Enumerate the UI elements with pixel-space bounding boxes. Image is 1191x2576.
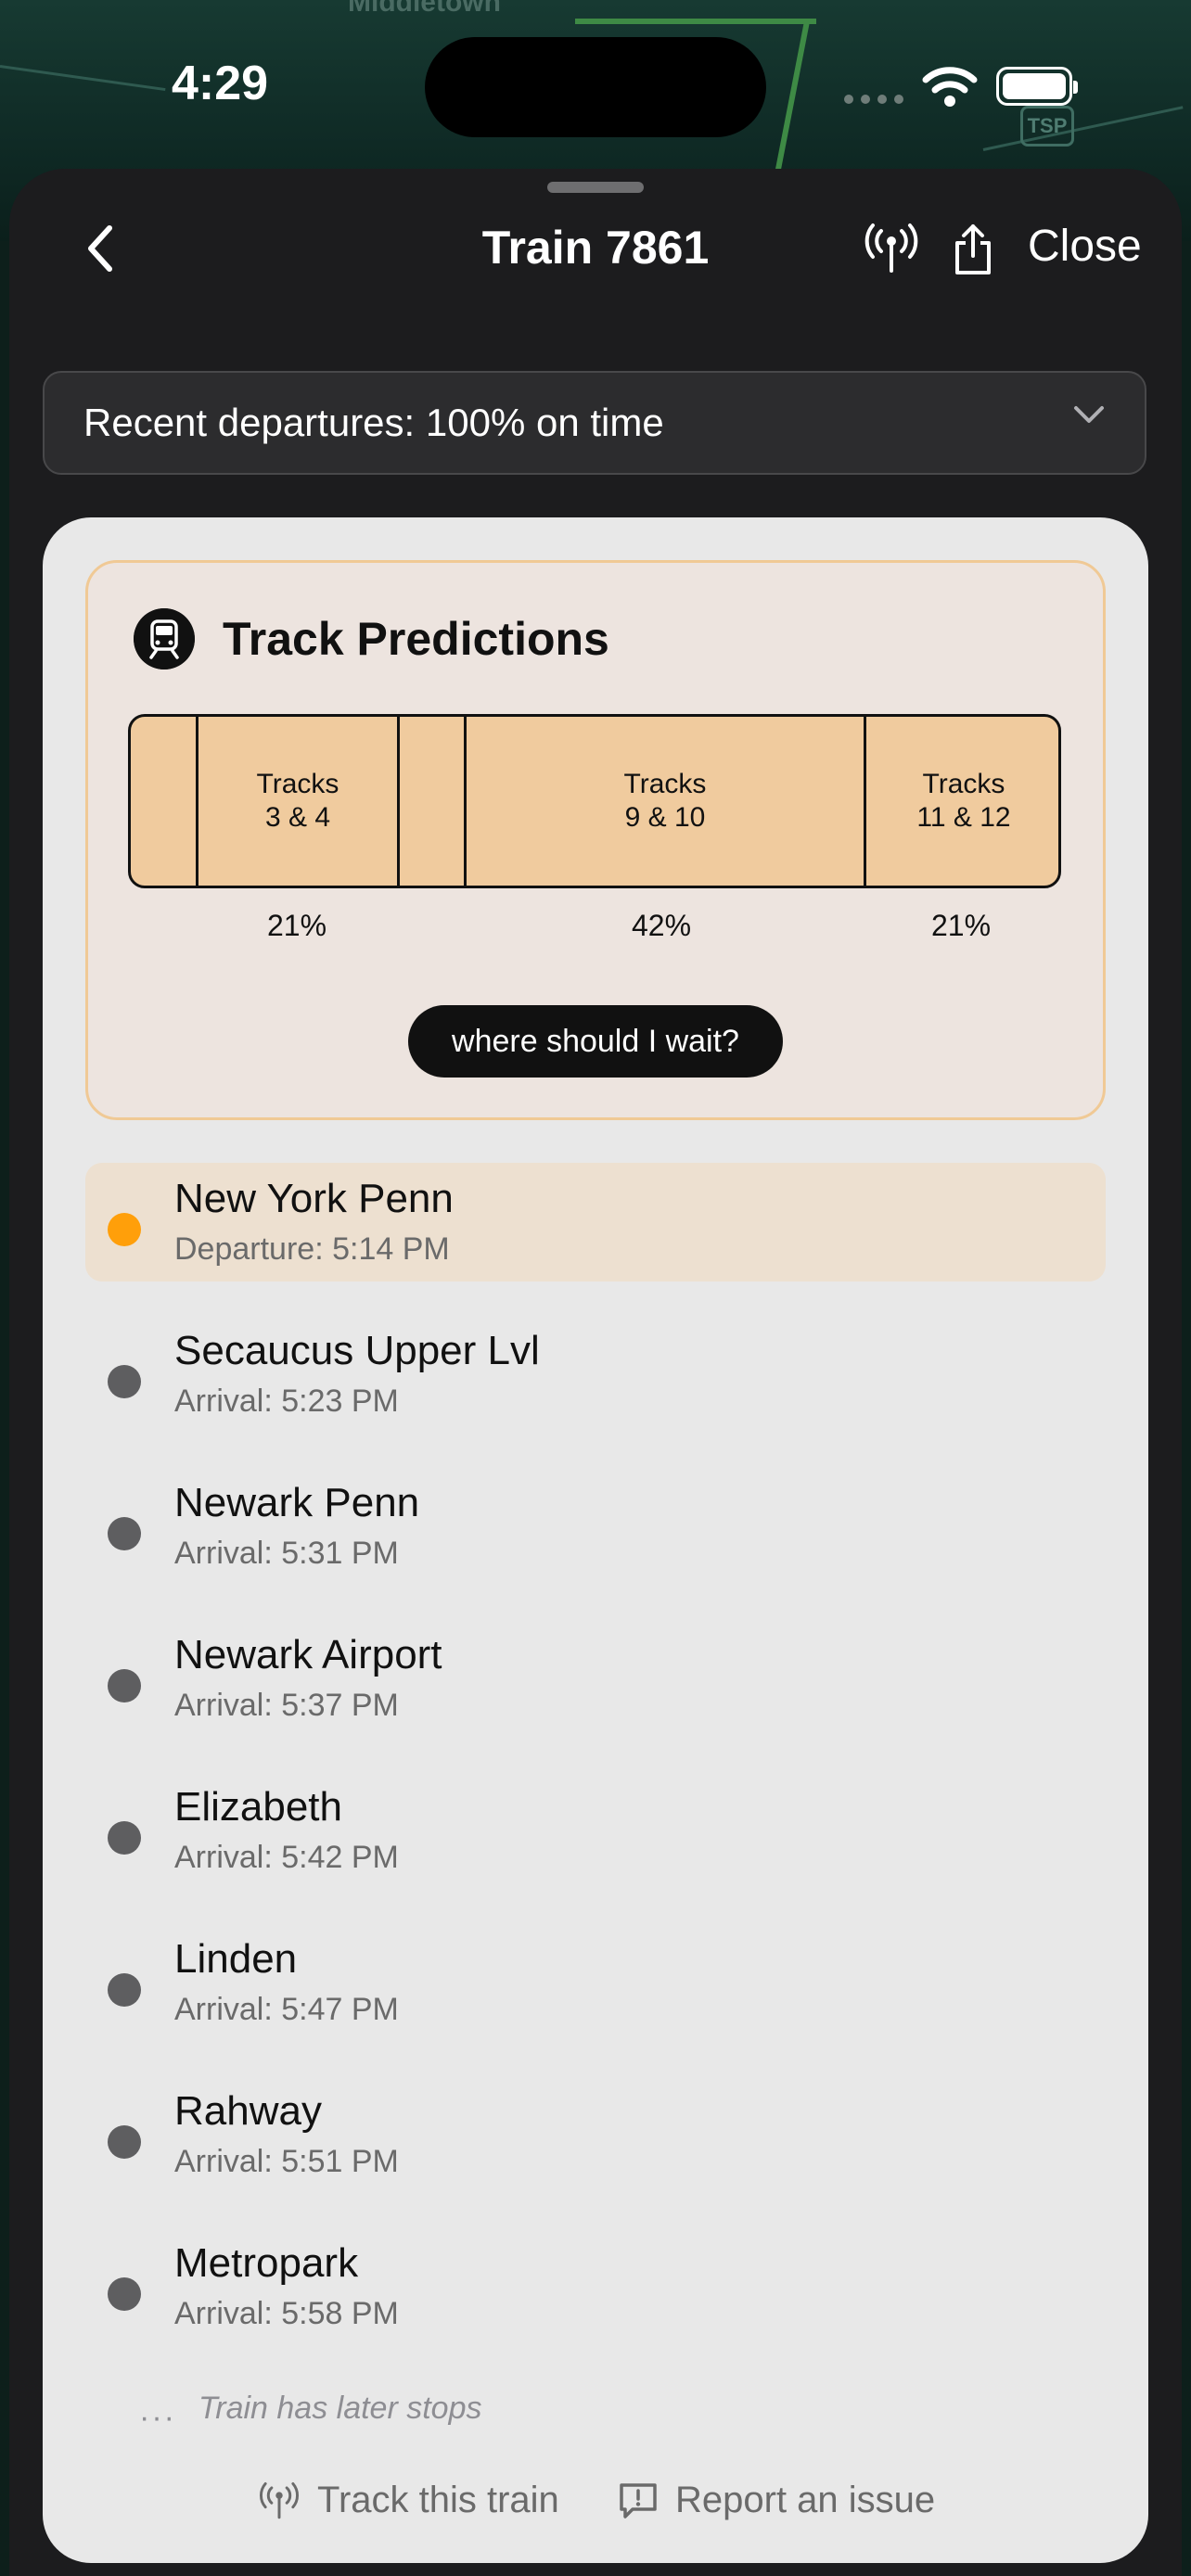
stop-time: Arrival: 5:37 PM <box>174 1688 399 1723</box>
map-badge: TSP <box>1020 106 1074 147</box>
stop-name[interactable]: New York Penn <box>174 1176 454 1222</box>
map-route-line <box>575 19 816 24</box>
report-issue-button[interactable]: Report an issue <box>618 2480 935 2521</box>
stop-time: Arrival: 5:23 PM <box>174 1384 399 1419</box>
track-predictions-title: Track Predictions <box>223 613 609 665</box>
stop-dot <box>108 2277 141 2311</box>
track-train-button[interactable]: Track this train <box>258 2480 559 2521</box>
stop-name[interactable]: Elizabeth <box>174 1784 342 1830</box>
stop-time: Arrival: 5:47 PM <box>174 1992 399 2027</box>
stop-time: Departure: 5:14 PM <box>174 1231 450 1267</box>
stop-name[interactable]: Metropark <box>174 2240 358 2287</box>
current-stop-dot <box>108 1213 141 1246</box>
where-to-wait-button[interactable]: where should I wait? <box>408 1005 783 1078</box>
antenna-icon <box>259 2481 300 2519</box>
map-route-line <box>774 20 810 177</box>
stop-name[interactable]: Linden <box>174 1936 297 1983</box>
chevron-down-icon <box>1074 406 1104 423</box>
stop-time: Arrival: 5:31 PM <box>174 1536 399 1571</box>
stop-time: Arrival: 5:42 PM <box>174 1840 399 1875</box>
page-title: Train 7861 <box>481 222 710 274</box>
track-train-label: Track this train <box>317 2480 559 2520</box>
track-label-line1: Tracks <box>256 769 339 799</box>
stop-name[interactable]: Newark Airport <box>174 1632 442 1678</box>
train-icon <box>134 608 195 670</box>
track-segment <box>131 717 196 886</box>
track-label-line2: 11 & 12 <box>916 802 1011 833</box>
stop-time: Arrival: 5:51 PM <box>174 2144 399 2179</box>
stop-name[interactable]: Rahway <box>174 2088 322 2135</box>
dynamic-island <box>425 37 766 137</box>
report-issue-label: Report an issue <box>675 2480 936 2520</box>
status-time: 4:29 <box>172 57 269 110</box>
report-bubble-icon <box>620 2482 657 2519</box>
stop-dot <box>108 1517 141 1550</box>
close-button[interactable]: Close <box>1028 221 1142 272</box>
cellular-signal-icon <box>844 95 903 104</box>
track-segment-11-12: Tracks 11 & 12 <box>866 717 1058 886</box>
wifi-icon <box>922 67 978 107</box>
antenna-icon[interactable] <box>863 223 920 274</box>
sheet-grabber[interactable] <box>547 182 644 193</box>
map-route-line <box>0 65 166 92</box>
share-icon[interactable] <box>952 223 994 276</box>
stop-dot <box>108 1821 141 1855</box>
stop-dot <box>108 2125 141 2159</box>
track-percent-9-10: 42% <box>631 909 692 942</box>
battery-icon <box>996 67 1078 106</box>
track-prediction-bar: Tracks 3 & 4 Tracks 9 & 10 Tracks 11 & 12 <box>128 714 1061 888</box>
map-route-line <box>982 106 1184 151</box>
track-label-line1: Tracks <box>922 769 1005 799</box>
stop-dot <box>108 1365 141 1398</box>
track-segment-3-4: Tracks 3 & 4 <box>198 717 397 886</box>
track-percent-3-4: 21% <box>266 909 327 942</box>
ellipsis-icon: ··· <box>139 2400 176 2435</box>
track-label-line2: 3 & 4 <box>264 802 331 833</box>
stop-dot <box>108 1669 141 1702</box>
stop-dot <box>108 1973 141 2007</box>
track-percent-11-12: 21% <box>930 909 992 942</box>
track-segment <box>400 717 464 886</box>
track-label-line2: 9 & 10 <box>624 802 706 833</box>
later-stops-note: Train has later stops <box>198 2391 482 2426</box>
track-segment-9-10: Tracks 9 & 10 <box>467 717 864 886</box>
recent-departures-text: Recent departures: 100% on time <box>83 401 664 444</box>
track-label-line1: Tracks <box>623 769 707 799</box>
stop-name[interactable]: Secaucus Upper Lvl <box>174 1328 540 1374</box>
stop-time: Arrival: 5:58 PM <box>174 2296 399 2331</box>
recent-departures-dropdown[interactable]: Recent departures: 100% on time <box>43 371 1146 475</box>
stop-name[interactable]: Newark Penn <box>174 1480 419 1526</box>
map-label: Middletown <box>348 0 501 18</box>
